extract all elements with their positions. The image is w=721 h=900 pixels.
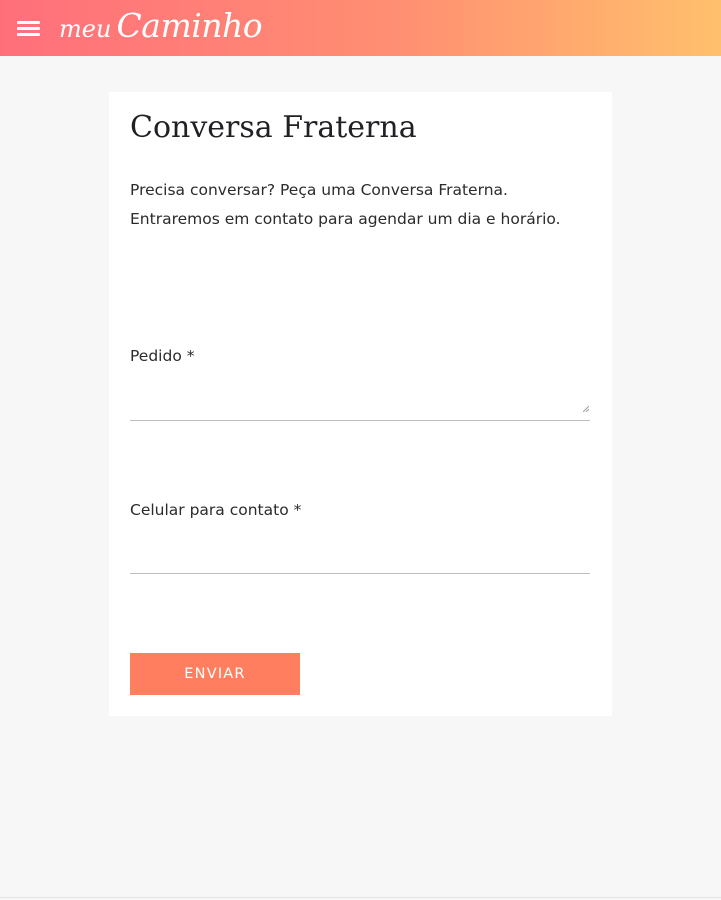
menu-line xyxy=(17,33,40,36)
brand-name: Caminho xyxy=(116,6,263,45)
menu-line xyxy=(17,21,40,24)
app-bar: meu Caminho xyxy=(0,0,721,56)
phone-input[interactable] xyxy=(130,538,590,572)
menu-line xyxy=(17,27,40,30)
request-textarea[interactable] xyxy=(130,382,590,420)
hamburger-menu-icon[interactable] xyxy=(17,19,41,37)
divider xyxy=(0,897,721,898)
request-label: Pedido * xyxy=(130,347,195,365)
app-logo[interactable]: meu Caminho xyxy=(59,6,263,45)
phone-underline xyxy=(130,573,590,574)
phone-label: Celular para contato * xyxy=(130,501,302,519)
resize-handle-icon[interactable] xyxy=(583,406,589,412)
brand-prefix: meu xyxy=(59,15,112,43)
page-title: Conversa Fraterna xyxy=(130,110,417,145)
intro-text: Precisa conversar? Peça uma Conversa Fra… xyxy=(130,181,561,228)
form-card: Conversa Fraterna Precisa conversar? Peç… xyxy=(109,92,612,716)
request-underline xyxy=(130,420,590,421)
submit-button[interactable]: ENVIAR xyxy=(130,653,300,695)
